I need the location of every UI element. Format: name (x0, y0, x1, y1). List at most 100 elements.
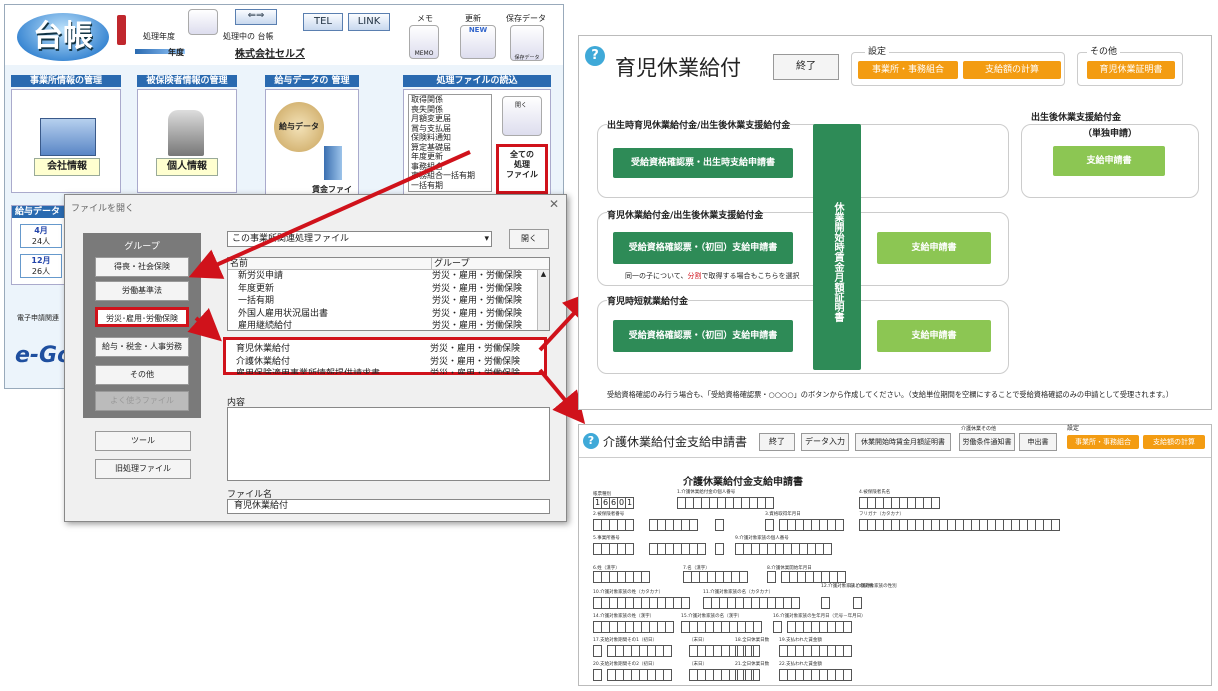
input-cells[interactable] (593, 669, 602, 681)
field-label: 15.介護対象家族の名（漢字） (681, 614, 743, 619)
input-cell[interactable] (681, 597, 690, 609)
application-form: 帳票種別 1 6 6 0 1 1.介護休業給付金の個人番号 4.被保険者氏名 2.被保険者番号 3… (579, 425, 1213, 687)
input-cells[interactable] (735, 669, 760, 681)
section-childcare-title: 育児休業給付金/出生後休業支援給付金 (607, 208, 764, 221)
input-cells[interactable] (703, 597, 800, 609)
input-cell[interactable] (625, 543, 634, 555)
input-cells[interactable] (649, 519, 698, 531)
input-cells[interactable] (781, 571, 846, 583)
input-cells[interactable] (735, 645, 760, 657)
wage-cert-button[interactable]: 休業開始時賃金月額証明書 (813, 124, 861, 370)
input-cell[interactable] (753, 621, 762, 633)
footer-note: 受給資格確認のみ行う場合も、「受給資格確認票・○○○○」のボタンから作成してくだ… (607, 390, 1174, 399)
input-cells[interactable] (859, 497, 940, 509)
nursing-care-window: ? 介護休業給付金支給申請書 終了 データ入力 休業開始時賃金月額証明書 介護休… (578, 424, 1212, 686)
input-cells[interactable] (681, 621, 762, 633)
window-title: 育児休業給付 (615, 56, 741, 80)
input-cell[interactable] (697, 543, 706, 555)
input-cell[interactable] (663, 669, 672, 681)
input-cells[interactable] (787, 621, 852, 633)
input-cells[interactable] (715, 543, 724, 555)
input-cells[interactable] (773, 621, 782, 633)
input-cells[interactable] (765, 519, 774, 531)
field-label: 2.被保険者番号 (593, 512, 625, 517)
input-cells[interactable] (607, 645, 672, 657)
input-cell[interactable] (843, 645, 852, 657)
input-cells[interactable] (593, 597, 690, 609)
input-cell[interactable] (739, 571, 748, 583)
input-cell[interactable] (593, 669, 602, 681)
input-cell[interactable] (641, 571, 650, 583)
input-cells[interactable] (593, 645, 602, 657)
field-label: 10.介護対象家族の姓（カタカナ） (593, 590, 664, 595)
input-cell[interactable] (593, 645, 602, 657)
childcare-pay-button[interactable]: 支給申請書 (877, 232, 991, 264)
input-cell[interactable] (821, 597, 830, 609)
input-cells[interactable] (593, 621, 674, 633)
input-cell[interactable] (715, 519, 724, 531)
input-cell[interactable] (715, 543, 724, 555)
shorttime-apply-button[interactable]: 受給資格確認票・（初回）支給申請書 (613, 320, 793, 352)
settings-label: 設定 (865, 44, 890, 57)
calc-button[interactable]: 支給額の計算 (963, 61, 1061, 79)
input-cells[interactable] (859, 519, 1060, 531)
childcare-note: 同一の子について、分割で取得する場合もこちらを選択 (625, 271, 799, 281)
input-cells[interactable] (853, 597, 862, 609)
input-cell[interactable] (765, 497, 774, 509)
input-cell[interactable] (625, 519, 634, 531)
input-cells[interactable] (821, 597, 830, 609)
help-icon[interactable]: ? (585, 46, 605, 66)
input-cell[interactable] (751, 669, 760, 681)
field-label: 16.介護対象家族の生年月日（元号－年月日） (773, 614, 866, 619)
input-cell[interactable] (689, 519, 698, 531)
input-cell[interactable] (765, 519, 774, 531)
input-cell[interactable] (1051, 519, 1060, 531)
birth-apply-button[interactable]: 受給資格確認票・出生時支給申請書 (613, 148, 793, 178)
end-button[interactable]: 終了 (773, 54, 839, 80)
input-cells[interactable] (779, 669, 852, 681)
childcare-apply-button[interactable]: 受給資格確認票・（初回）支給申請書 (613, 232, 793, 264)
arrow-group (187, 308, 222, 342)
input-cell[interactable] (843, 669, 852, 681)
field-label: 4.被保険者氏名 (859, 490, 891, 495)
input-cells[interactable] (715, 519, 724, 531)
input-cell[interactable] (767, 571, 776, 583)
note-red: 分割 (687, 272, 702, 280)
input-cell[interactable] (835, 519, 844, 531)
section-birth-title: 出生時育児休業給付金/出生後休業支援給付金 (607, 118, 791, 131)
field-label: （末日） (689, 662, 707, 667)
field-label: 9.介護対象家族の個人番号 (735, 536, 789, 541)
input-cells[interactable] (677, 497, 774, 509)
field-label: 13.介護対象家族の性別 (849, 584, 897, 589)
field-label: 3.資格取得年月日 (765, 512, 801, 517)
input-cell[interactable] (843, 621, 852, 633)
input-cell[interactable] (773, 621, 782, 633)
input-cells[interactable] (593, 543, 634, 555)
input-cells[interactable]: 16601 (593, 497, 634, 509)
input-cells[interactable] (607, 669, 672, 681)
input-cell[interactable] (751, 645, 760, 657)
input-cell[interactable] (665, 621, 674, 633)
office-button[interactable]: 事業所・事務組合 (858, 61, 958, 79)
cert-button[interactable]: 育児休業証明書 (1087, 61, 1175, 79)
input-cells[interactable] (767, 571, 776, 583)
input-cells[interactable] (779, 645, 852, 657)
input-cells[interactable] (683, 571, 748, 583)
field-label: 20.支給対象期間その2（初日） (593, 662, 658, 667)
input-cells[interactable] (593, 519, 634, 531)
input-cells[interactable] (649, 543, 706, 555)
support-pay-button[interactable]: 支給申請書 (1053, 146, 1165, 176)
field-label: 22.支払われた賃金額 (779, 662, 822, 667)
input-cells[interactable] (593, 571, 650, 583)
shorttime-pay-button[interactable]: 支給申請書 (877, 320, 991, 352)
input-cell[interactable] (663, 645, 672, 657)
input-cells[interactable] (779, 519, 844, 531)
input-cells[interactable] (735, 543, 832, 555)
input-cell[interactable]: 1 (625, 497, 634, 509)
input-cell[interactable] (791, 597, 800, 609)
note-text: 同一の子について、 (625, 272, 688, 280)
input-cell[interactable] (837, 571, 846, 583)
input-cell[interactable] (823, 543, 832, 555)
input-cell[interactable] (931, 497, 940, 509)
input-cell[interactable] (853, 597, 862, 609)
